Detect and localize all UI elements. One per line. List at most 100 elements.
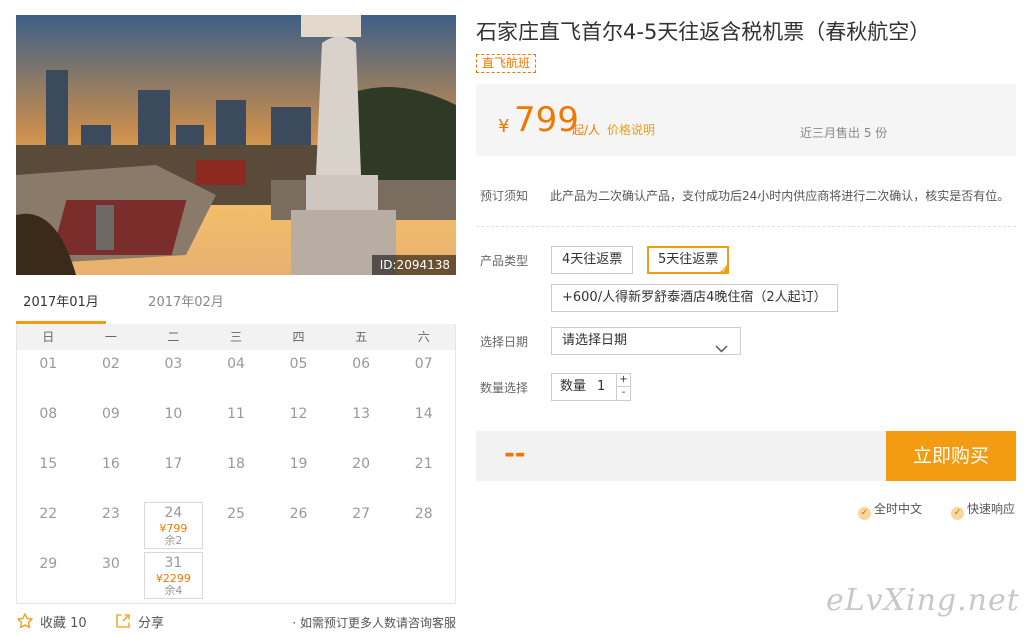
- share-button[interactable]: 分享: [114, 612, 164, 634]
- calendar-day: 03: [142, 350, 205, 400]
- day-number: 28: [414, 506, 433, 522]
- calendar-day-available[interactable]: 31 ¥2299 余4: [142, 550, 205, 600]
- day-number: 18: [227, 456, 245, 472]
- divider: [476, 226, 1016, 227]
- day-number: 14: [414, 406, 433, 422]
- consult-link[interactable]: · 如需预订更多人数请咨询客服: [292, 614, 456, 631]
- guarantee-fast: ✓ 快速响应: [951, 500, 1015, 520]
- calendar-day: 09: [80, 400, 143, 450]
- notice-text: 此产品为二次确认产品，支付成功后24小时内供应商将进行二次确认，核实是否有位。: [550, 189, 1010, 203]
- day-number: 05: [289, 356, 308, 372]
- product-title: 石家庄直飞首尔4-5天往返含税机票（春秋航空）: [476, 20, 931, 44]
- day-stock: 余4: [164, 584, 183, 597]
- total-price: --: [504, 439, 526, 469]
- day-number: 25: [227, 506, 245, 522]
- share-label: 分享: [138, 616, 165, 631]
- day-number: 01: [39, 356, 58, 372]
- calendar-day: 04: [205, 350, 268, 400]
- calendar-day: 10: [142, 400, 205, 450]
- day-number: 12: [289, 406, 308, 422]
- left-footer: 收藏 10 分享 · 如需预订更多人数请咨询客服: [16, 612, 456, 634]
- day-number: 31: [164, 555, 183, 571]
- calendar-day: 19: [267, 450, 330, 500]
- guarantee-label: 快速响应: [967, 502, 1016, 516]
- guarantee-chinese: ✓ 全时中文: [858, 500, 922, 520]
- calendar-weekday-header: 日 一 二 三 四 五 六: [17, 324, 455, 350]
- chevron-down-icon: [715, 337, 728, 363]
- calendar-day: 06: [330, 350, 393, 400]
- calendar-day: 13: [330, 400, 393, 450]
- check-icon: ✓: [721, 266, 728, 274]
- day-number: 29: [39, 556, 58, 572]
- guarantee-label: 全时中文: [874, 502, 923, 516]
- seoul-temple-photo: [16, 15, 456, 275]
- weekday-label: 二: [167, 330, 180, 344]
- calendar-day: 17: [142, 450, 205, 500]
- weekday-label: 日: [42, 330, 55, 344]
- buy-now-button[interactable]: 立即购买: [886, 431, 1016, 481]
- favorite-button[interactable]: 收藏 10: [16, 612, 87, 634]
- day-number: 07: [414, 356, 433, 372]
- weekday-label: 六: [417, 330, 430, 344]
- price-unit: 起/人: [572, 123, 601, 137]
- day-number: 11: [227, 406, 245, 422]
- month-tabs: 2017年01月 2017年02月: [16, 288, 456, 324]
- calendar-day: 07: [392, 350, 455, 400]
- quantity-stepper: 数量 1 + -: [551, 373, 631, 401]
- calendar-day: 25: [205, 500, 268, 550]
- direct-flight-tag: 直飞航班: [476, 54, 537, 73]
- type-option-4day[interactable]: 4天往返票: [551, 246, 634, 274]
- tab-month-jan[interactable]: 2017年01月: [16, 288, 106, 324]
- weekday-label: 五: [355, 330, 368, 344]
- sold-count: 近三月售出 5 份: [800, 126, 888, 140]
- date-select[interactable]: 请选择日期: [551, 327, 741, 355]
- calendar-day: 28: [392, 500, 455, 550]
- qty-increase-button[interactable]: +: [616, 374, 630, 387]
- addon-hotel-option[interactable]: +600/人得新罗舒泰酒店4晚住宿（2人起订）: [551, 284, 838, 312]
- date-select-value: 请选择日期: [562, 333, 628, 348]
- weekday-label: 四: [292, 330, 305, 344]
- day-number: 19: [289, 456, 308, 472]
- day-number: 24: [164, 505, 183, 521]
- calendar-day: 21: [392, 450, 455, 500]
- price-box: ¥ 799 起/人 价格说明 近三月售出 5 份: [476, 84, 1016, 156]
- product-hero-image: ID:2094138: [16, 15, 456, 275]
- type-label: 产品类型: [480, 254, 529, 268]
- share-icon: [114, 612, 132, 634]
- day-number: 17: [164, 456, 183, 472]
- calendar-day: 27: [330, 500, 393, 550]
- day-number: 23: [101, 506, 120, 522]
- qty-label: 数量选择: [480, 381, 529, 395]
- calendar-day: 15: [17, 450, 80, 500]
- day-number: 20: [352, 456, 371, 472]
- currency-symbol: ¥: [498, 116, 510, 137]
- calendar-day: 29: [17, 550, 80, 600]
- calendar-day: 11: [205, 400, 268, 450]
- buy-bar: -- 立即购买: [476, 431, 1016, 481]
- weekday-label: 三: [229, 330, 242, 344]
- calendar-day-available[interactable]: 24 ¥799 余2: [142, 500, 205, 550]
- calendar-day: 01: [17, 350, 80, 400]
- calendar-day: 23: [80, 500, 143, 550]
- qty-value[interactable]: 1: [597, 374, 605, 400]
- calendar-day: 05: [267, 350, 330, 400]
- weekday-label: 一: [104, 330, 117, 344]
- check-circle-icon: ✓: [858, 507, 871, 520]
- day-stock: 余2: [164, 534, 183, 547]
- star-icon: [16, 612, 34, 634]
- day-number: 16: [101, 456, 120, 472]
- calendar-days: 01 02 03 04 05 06 07 08 09 10 11 12 13 14 15 16 17 18 19 20…: [17, 350, 455, 600]
- price-note-link[interactable]: 价格说明: [607, 121, 655, 138]
- favorite-label: 收藏 10: [40, 616, 87, 631]
- calendar-day: 08: [17, 400, 80, 450]
- tab-month-feb[interactable]: 2017年02月: [141, 288, 231, 324]
- day-number: 13: [352, 406, 371, 422]
- qty-decrease-button[interactable]: -: [616, 387, 630, 400]
- calendar-day: 12: [267, 400, 330, 450]
- calendar-day: 20: [330, 450, 393, 500]
- day-number: 21: [414, 456, 433, 472]
- day-number: 03: [164, 356, 183, 372]
- day-number: 09: [101, 406, 120, 422]
- day-number: 26: [289, 506, 308, 522]
- type-option-5day[interactable]: 5天往返票 ✓: [647, 246, 730, 274]
